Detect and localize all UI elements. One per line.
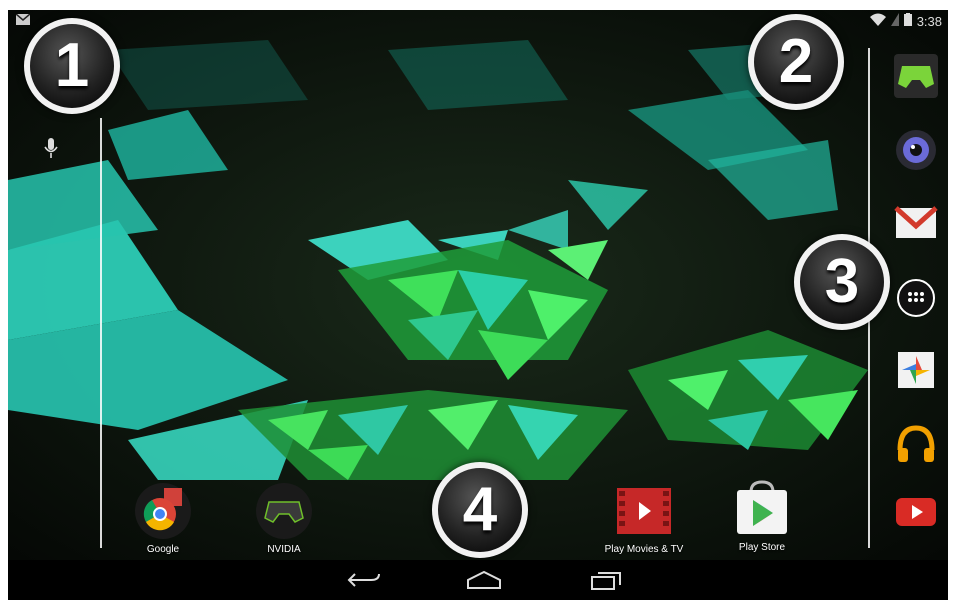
google-folder-icon (135, 483, 191, 539)
home-app-label: Play Movies & TV (604, 544, 684, 555)
callout-4: 4 (432, 462, 528, 558)
android-home-screen: 3:38 1 2 3 4 Google NVIDIA Play Movies &… (8, 10, 948, 600)
home-icon[interactable] (460, 566, 508, 594)
nvidia-folder-icon (256, 483, 312, 539)
battery-icon (903, 13, 912, 29)
callout-2: 2 (748, 14, 844, 110)
app-drawer-icon[interactable] (892, 274, 940, 322)
home-app-play-store[interactable]: Play Store (702, 476, 822, 553)
youtube-icon[interactable] (892, 488, 940, 536)
photos-icon[interactable] (892, 346, 940, 394)
callout-3: 3 (794, 234, 890, 330)
headphones-icon[interactable] (892, 420, 940, 468)
callout-1: 1 (24, 18, 120, 114)
gmail-icon[interactable] (892, 198, 940, 246)
home-app-google[interactable]: Google (103, 482, 223, 555)
gmail-notification-icon (15, 13, 31, 28)
home-app-label: Play Store (738, 542, 786, 553)
signal-icon (890, 13, 899, 29)
camera-icon[interactable] (892, 126, 940, 174)
home-app-label: Google (146, 544, 180, 555)
navigation-bar (8, 560, 948, 600)
recents-icon[interactable] (582, 566, 630, 594)
clock: 3:38 (916, 13, 942, 29)
microphone-icon[interactable] (44, 138, 58, 165)
play-store-icon (737, 480, 787, 534)
left-guide-line (100, 118, 102, 548)
home-app-play-movies[interactable]: Play Movies & TV (584, 482, 704, 555)
play-movies-icon (617, 488, 671, 534)
wifi-icon (869, 13, 886, 29)
home-app-label: NVIDIA (267, 544, 301, 555)
home-app-nvidia[interactable]: NVIDIA (224, 482, 344, 555)
back-icon[interactable] (340, 566, 388, 594)
shield-controller-icon[interactable] (892, 52, 940, 100)
